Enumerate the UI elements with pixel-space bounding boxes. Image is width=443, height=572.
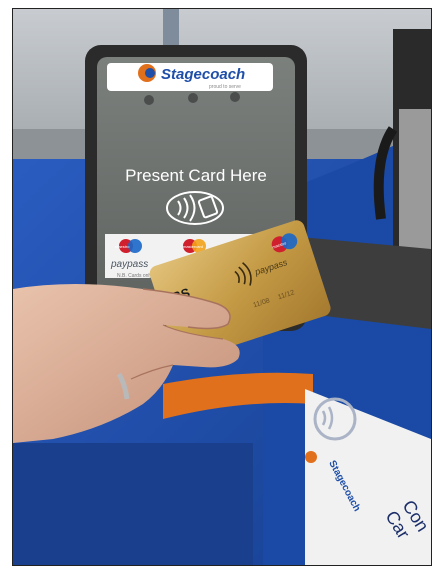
reader-logo-2-brand: mastercard [183, 244, 203, 249]
present-card-prompt: Present Card Here [125, 166, 267, 185]
reader-tagline: proud to serve [209, 84, 241, 90]
reader-fine-print: N.B. Cards only [117, 273, 153, 279]
indicator-light-2 [188, 93, 198, 103]
reader-logo-1-brand: maestro [115, 244, 130, 249]
reader-brand: Stagecoach [161, 66, 245, 83]
lower-bus-panel [13, 443, 253, 565]
photo-scene: Stagecoach proud to serve Present Card H… [13, 9, 431, 565]
indicator-light-3 [230, 92, 240, 102]
ticket-machine-panel [399, 109, 431, 249]
indicator-light-1 [144, 95, 154, 105]
reader-logo-1-paypass: paypass [110, 259, 148, 270]
bus-sign-logo-icon [305, 451, 317, 463]
background-pole [163, 9, 179, 49]
photo-frame: Stagecoach proud to serve Present Card H… [12, 8, 432, 566]
